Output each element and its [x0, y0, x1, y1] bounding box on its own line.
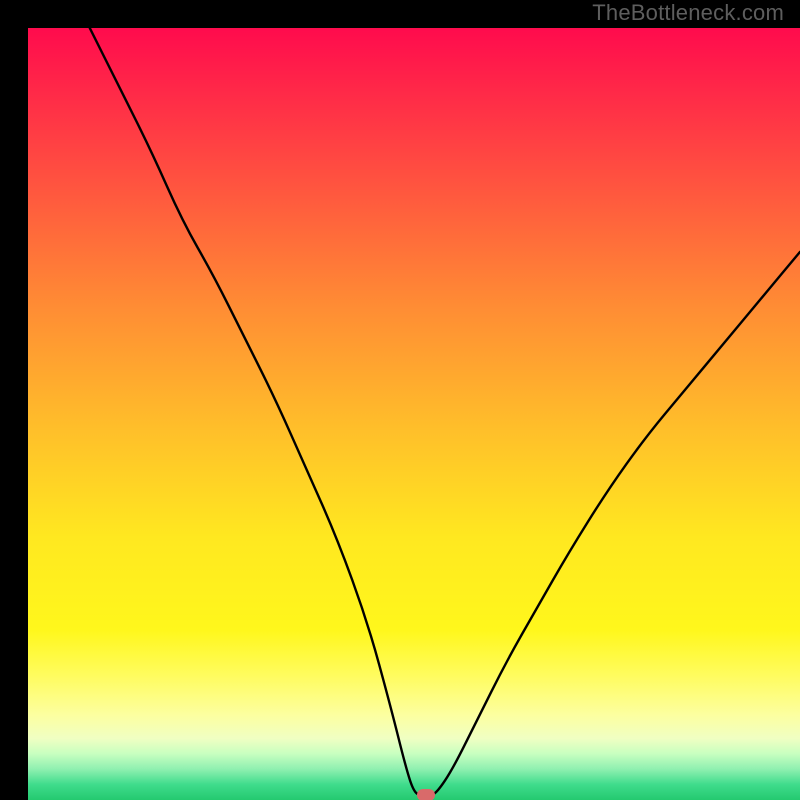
chart-frame	[14, 14, 786, 786]
watermark-text: TheBottleneck.com	[592, 0, 784, 26]
optimum-marker	[417, 789, 435, 800]
plot-area	[28, 28, 800, 800]
bottleneck-curve	[28, 28, 800, 800]
